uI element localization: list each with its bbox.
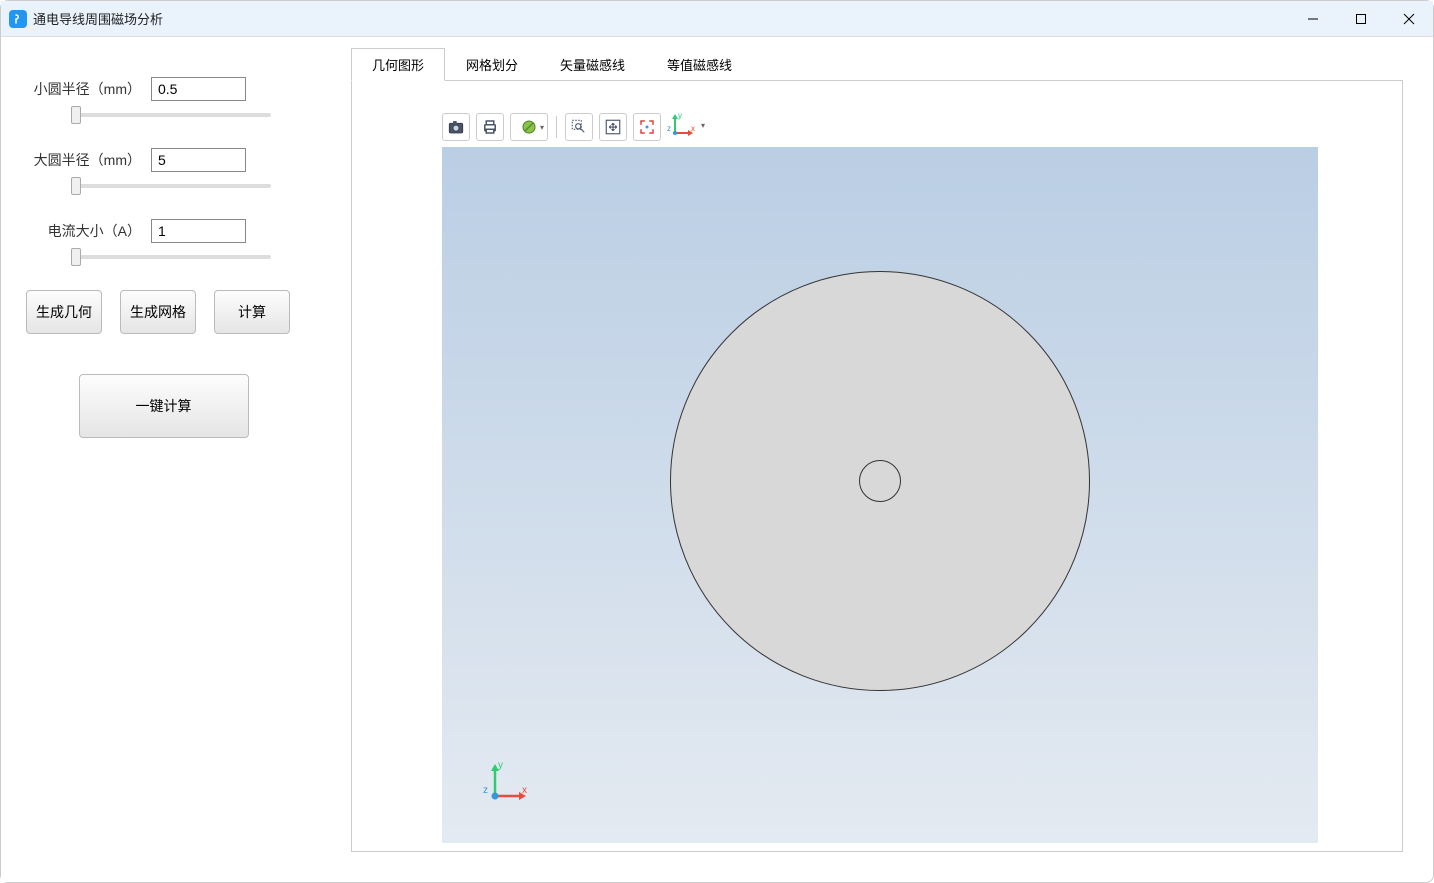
forbid-icon[interactable] [510, 113, 548, 141]
svg-text:x: x [522, 785, 527, 796]
sidebar: 小圆半径（mm） 大圆半径（mm） 电流大小（A） 生成几何 生成网格 计算 一… [1, 37, 346, 882]
slider-large-radius[interactable] [71, 184, 271, 188]
generate-geometry-button[interactable]: 生成几何 [26, 290, 102, 334]
svg-text:z: z [667, 124, 671, 133]
slider-small-radius[interactable] [71, 113, 271, 117]
minimize-button[interactable] [1289, 2, 1337, 36]
param-current: 电流大小（A） [31, 219, 296, 243]
small-circle [859, 460, 901, 502]
slider-current[interactable] [71, 255, 271, 259]
action-buttons: 生成几何 生成网格 计算 [26, 290, 296, 334]
viewport-canvas[interactable]: y x z [442, 147, 1318, 843]
close-button[interactable] [1385, 2, 1433, 36]
viewport-panel: y x z ▾ y [351, 80, 1403, 852]
camera-icon[interactable] [442, 113, 470, 141]
pan-icon[interactable] [599, 113, 627, 141]
main: 小圆半径（mm） 大圆半径（mm） 电流大小（A） 生成几何 生成网格 计算 一… [1, 37, 1433, 882]
titlebar: 通电导线周围磁场分析 [1, 1, 1433, 37]
app-icon [9, 10, 27, 28]
print-icon[interactable] [476, 113, 504, 141]
zoom-area-icon[interactable] [565, 113, 593, 141]
input-current[interactable] [151, 219, 246, 243]
svg-text:y: y [498, 760, 503, 771]
param-large-radius: 大圆半径（mm） [31, 148, 296, 172]
tabs: 几何图形 网格划分 矢量磁感线 等值磁感线 [346, 47, 1433, 80]
generate-mesh-button[interactable]: 生成网格 [120, 290, 196, 334]
label-large-radius: 大圆半径（mm） [31, 150, 141, 170]
content: 几何图形 网格划分 矢量磁感线 等值磁感线 [346, 37, 1433, 882]
toolbar-separator [556, 116, 557, 138]
calculate-button[interactable]: 计算 [214, 290, 290, 334]
svg-text:x: x [691, 124, 695, 133]
tab-contour[interactable]: 等值磁感线 [646, 48, 753, 81]
svg-text:y: y [678, 111, 682, 120]
viewport-toolbar: y x z ▾ [442, 111, 1362, 143]
axes-selector[interactable]: y x z ▾ [667, 111, 697, 141]
svg-text:z: z [483, 785, 488, 796]
window-controls [1289, 2, 1433, 36]
label-current: 电流大小（A） [31, 221, 141, 241]
tab-geometry[interactable]: 几何图形 [351, 48, 445, 81]
titlebar-left: 通电导线周围磁场分析 [9, 9, 163, 28]
param-small-radius: 小圆半径（mm） [31, 77, 296, 101]
input-large-radius[interactable] [151, 148, 246, 172]
maximize-button[interactable] [1337, 2, 1385, 36]
input-small-radius[interactable] [151, 77, 246, 101]
label-small-radius: 小圆半径（mm） [31, 79, 141, 99]
one-click-calculate-button[interactable]: 一键计算 [79, 374, 249, 438]
fit-icon[interactable] [633, 113, 661, 141]
tab-vector[interactable]: 矢量磁感线 [539, 48, 646, 81]
window-title: 通电导线周围磁场分析 [33, 9, 163, 28]
axes-indicator: y x z [480, 758, 530, 811]
tab-mesh[interactable]: 网格划分 [445, 48, 539, 81]
